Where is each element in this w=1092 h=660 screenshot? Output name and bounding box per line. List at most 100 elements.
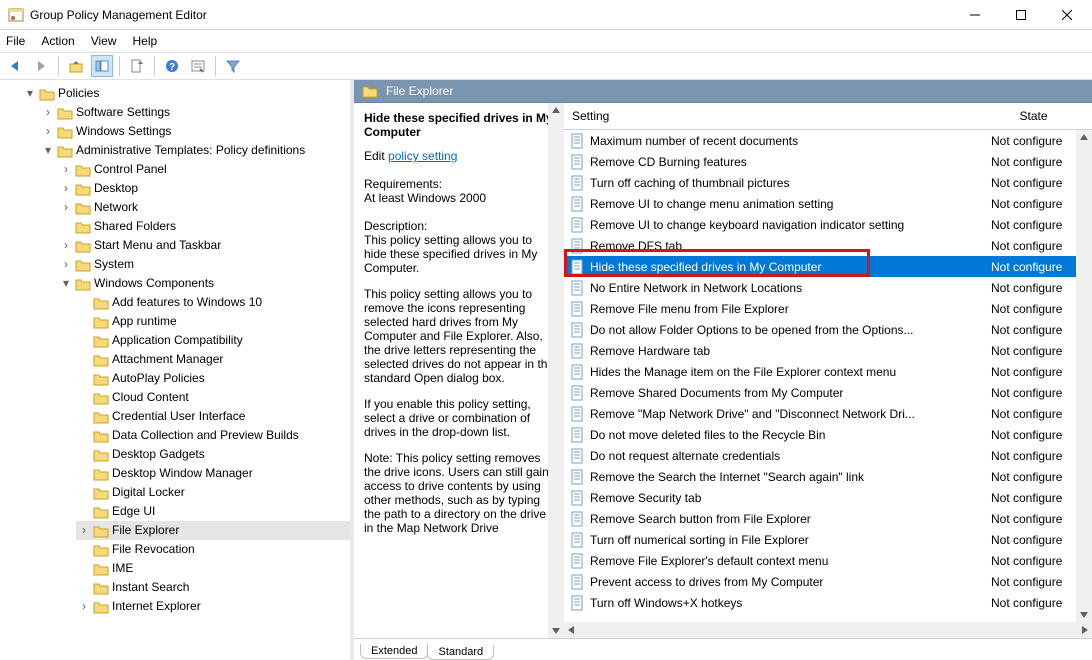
setting-row[interactable]: Do not allow Folder Options to be opened… (564, 319, 1076, 340)
tree-item-data-collection[interactable]: Data Collection and Preview Builds (76, 426, 350, 445)
setting-row[interactable]: Remove Search button from File ExplorerN… (564, 508, 1076, 529)
tree-item-cred-ui[interactable]: Credential User Interface (76, 407, 350, 426)
forward-button[interactable] (30, 55, 52, 77)
policy-icon (570, 406, 586, 422)
menu-view[interactable]: View (91, 34, 117, 48)
column-state[interactable]: State (991, 103, 1076, 129)
tree-item-dwm[interactable]: Desktop Window Manager (76, 464, 350, 483)
column-setting[interactable]: Setting (564, 103, 991, 129)
tree-item-cloud-content[interactable]: Cloud Content (76, 388, 350, 407)
close-button[interactable] (1044, 0, 1090, 30)
menu-bar: File Action View Help (0, 30, 1092, 52)
policy-icon (570, 217, 586, 233)
maximize-button[interactable] (998, 0, 1044, 30)
setting-label: Do not request alternate credentials (590, 449, 991, 463)
tree-item-ime[interactable]: IME (76, 559, 350, 578)
list-scrollbar[interactable] (1076, 130, 1092, 622)
setting-row[interactable]: Hides the Manage item on the File Explor… (564, 361, 1076, 382)
tree-item-app-runtime[interactable]: App runtime (76, 312, 350, 331)
tree-item-network[interactable]: ›Network (58, 198, 350, 217)
policy-icon (570, 511, 586, 527)
policy-icon (570, 385, 586, 401)
setting-row[interactable]: Remove "Map Network Drive" and "Disconne… (564, 403, 1076, 424)
setting-state: Not configure (991, 365, 1076, 379)
show-pane-button[interactable] (91, 55, 113, 77)
setting-row[interactable]: Remove DFS tabNot configure (564, 235, 1076, 256)
export-button[interactable] (126, 55, 148, 77)
setting-row[interactable]: Do not move deleted files to the Recycle… (564, 424, 1076, 445)
back-button[interactable] (4, 55, 26, 77)
setting-row[interactable]: Turn off caching of thumbnail picturesNo… (564, 172, 1076, 193)
policy-icon (570, 532, 586, 548)
tab-standard[interactable]: Standard (427, 645, 494, 660)
policy-icon (570, 427, 586, 443)
help-button[interactable]: ? (161, 55, 183, 77)
setting-state: Not configure (991, 554, 1076, 568)
tree-item-file-revocation[interactable]: File Revocation (76, 540, 350, 559)
tree-item-control-panel[interactable]: ›Control Panel (58, 160, 350, 179)
tree-item-edge-ui[interactable]: Edge UI (76, 502, 350, 521)
policy-title: Hide these specified drives in My Comput… (364, 111, 558, 139)
tree-item-internet-explorer[interactable]: ›Internet Explorer (76, 597, 350, 616)
setting-row[interactable]: Hide these specified drives in My Comput… (564, 256, 1076, 277)
category-title: File Explorer (386, 84, 453, 98)
tree-item-desktop[interactable]: ›Desktop (58, 179, 350, 198)
setting-row[interactable]: Do not request alternate credentialsNot … (564, 445, 1076, 466)
setting-row[interactable]: Remove Security tabNot configure (564, 487, 1076, 508)
setting-state: Not configure (991, 197, 1076, 211)
setting-row[interactable]: Remove Shared Documents from My Computer… (564, 382, 1076, 403)
tree-item-app-compat[interactable]: Application Compatibility (76, 331, 350, 350)
tree-item-system[interactable]: ›System (58, 255, 350, 274)
setting-row[interactable]: Turn off Windows+X hotkeysNot configure (564, 592, 1076, 613)
setting-row[interactable]: Remove CD Burning featuresNot configure (564, 151, 1076, 172)
setting-row[interactable]: Remove File Explorer's default context m… (564, 550, 1076, 571)
policy-icon (570, 133, 586, 149)
setting-row[interactable]: Remove UI to change menu animation setti… (564, 193, 1076, 214)
description-scrollbar[interactable] (548, 103, 564, 638)
tree-item-file-explorer[interactable]: ›File Explorer (76, 521, 350, 540)
tree-item-shared-folders[interactable]: Shared Folders (58, 217, 350, 236)
setting-row[interactable]: Remove File menu from File ExplorerNot c… (564, 298, 1076, 319)
tree-item-attachment-mgr[interactable]: Attachment Manager (76, 350, 350, 369)
tree-item-windows-components[interactable]: ▾Windows Components (58, 274, 350, 293)
list-hscrollbar[interactable] (564, 622, 1092, 638)
tree-item-autoplay[interactable]: AutoPlay Policies (76, 369, 350, 388)
setting-row[interactable]: Turn off numerical sorting in File Explo… (564, 529, 1076, 550)
tree-item-add-features[interactable]: Add features to Windows 10 (76, 293, 350, 312)
setting-row[interactable]: Remove Hardware tabNot configure (564, 340, 1076, 361)
category-header: File Explorer (354, 80, 1092, 103)
tree-item-start-menu[interactable]: ›Start Menu and Taskbar (58, 236, 350, 255)
policy-icon (570, 469, 586, 485)
setting-label: Remove File Explorer's default context m… (590, 554, 991, 568)
properties-button[interactable] (187, 55, 209, 77)
setting-state: Not configure (991, 386, 1076, 400)
policy-icon (570, 448, 586, 464)
tree-item-digital-locker[interactable]: Digital Locker (76, 483, 350, 502)
setting-state: Not configure (991, 533, 1076, 547)
setting-state: Not configure (991, 323, 1076, 337)
setting-row[interactable]: No Entire Network in Network LocationsNo… (564, 277, 1076, 298)
policy-icon (570, 553, 586, 569)
policy-icon (570, 322, 586, 338)
edit-policy-link[interactable]: policy setting (388, 149, 457, 163)
minimize-button[interactable] (952, 0, 998, 30)
setting-state: Not configure (991, 491, 1076, 505)
tree-item-software-settings[interactable]: ›Software Settings (40, 103, 350, 122)
menu-file[interactable]: File (6, 34, 25, 48)
menu-action[interactable]: Action (41, 34, 74, 48)
filter-button[interactable] (222, 55, 244, 77)
tree-item-admin-templates[interactable]: ▾Administrative Templates: Policy defini… (40, 141, 350, 160)
setting-row[interactable]: Maximum number of recent documentsNot co… (564, 130, 1076, 151)
tree-item-windows-settings[interactable]: ›Windows Settings (40, 122, 350, 141)
tree-item-desktop-gadgets[interactable]: Desktop Gadgets (76, 445, 350, 464)
setting-row[interactable]: Remove UI to change keyboard navigation … (564, 214, 1076, 235)
tab-extended[interactable]: Extended (360, 644, 428, 659)
up-button[interactable] (65, 55, 87, 77)
setting-label: Remove Security tab (590, 491, 991, 505)
setting-label: Turn off Windows+X hotkeys (590, 596, 991, 610)
tree-item-policies[interactable]: ▾ Policies (22, 84, 350, 103)
tree-item-instant-search[interactable]: Instant Search (76, 578, 350, 597)
menu-help[interactable]: Help (133, 34, 158, 48)
setting-row[interactable]: Prevent access to drives from My Compute… (564, 571, 1076, 592)
setting-row[interactable]: Remove the Search the Internet "Search a… (564, 466, 1076, 487)
